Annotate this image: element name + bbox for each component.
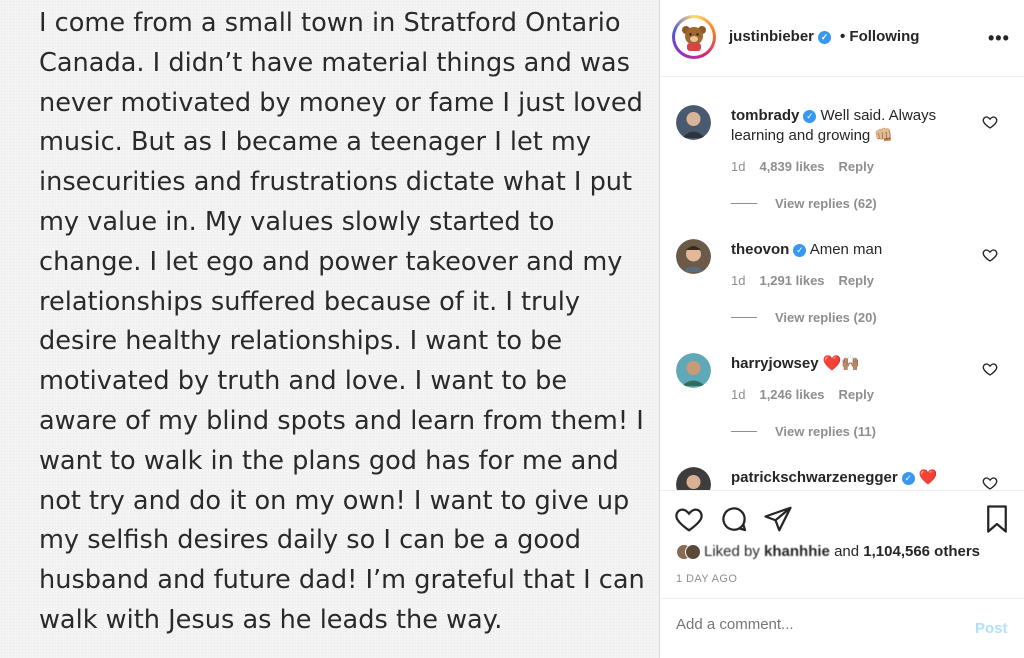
post-text-line: my selfish desires daily so I can be a g… [39,525,581,556]
avatar[interactable] [676,353,711,388]
comment-age: 1d [731,387,746,402]
avatar[interactable] [676,239,711,274]
liked-by-prefix: Liked by [704,543,760,560]
post-header: justinbieber ✓ • Following ••• [660,0,1024,77]
comment-meta: 1d 1,291 likes Reply [731,273,874,288]
post-text-line: want to walk in the plans god has for me… [39,445,619,476]
verified-badge-icon: ✓ [793,244,807,257]
comment-text: tombrady ✓ Well said. Always learning and… [731,107,937,144]
teddy-bear-icon [682,26,706,51]
liked-by-user[interactable]: khanhhie [764,543,830,560]
post-text-line: I come from a small town in Stratford On… [39,8,621,38]
actions-divider [660,490,1024,491]
post-text-line: not try and do it on my own! I want to g… [39,485,630,516]
post-timestamp[interactable]: 1 DAY AGO [676,573,737,585]
post-text-line: music. But as I became a teenager I let … [39,127,591,158]
verified-badge-icon: ✓ [901,472,915,485]
liked-by-suffix: and [829,543,864,560]
verified-badge-icon: ✓ [818,31,832,44]
reply-button[interactable]: Reply [839,273,874,288]
avatar[interactable] [672,15,716,59]
post-author-username[interactable]: justinbieber ✓ [729,28,832,45]
like-comment-heart-icon[interactable] [982,247,998,263]
like-comment-heart-icon[interactable] [982,114,998,130]
post-text-line: motivated by truth and love. I want to b… [39,366,568,397]
save-bookmark-icon[interactable] [982,504,1012,534]
post-text-block: I come from a small town in Stratford On… [39,4,645,641]
comment-age: 1d [731,159,746,174]
comment-age: 1d [731,273,746,288]
share-paper-plane-icon[interactable] [763,504,793,534]
avatar[interactable] [676,467,711,490]
post-text-line: desire healthy relationships. I want to … [39,326,563,357]
post-text-line: never motivated by money or fame I just … [39,87,643,118]
view-replies-button[interactable]: View replies (62) [731,196,877,211]
comment-bubble-icon[interactable] [719,504,749,534]
post-text-line: insecurities and frustrations dictate wh… [39,167,633,198]
liked-by-summary: Liked by khanhhie and 1,104,566 others [676,543,980,560]
reply-button[interactable]: Reply [839,387,874,402]
like-comment-heart-icon[interactable] [982,361,998,377]
post-text-line: my value in. My values slowly started to [39,206,555,237]
view-replies-button[interactable]: View replies (20) [731,310,877,325]
comments-list[interactable]: tombrady ✓ Well said. Always learning and… [660,77,1024,490]
post-text-line: walk with Jesus as he leads the way. [39,604,503,635]
comment-username[interactable]: tombrady [731,107,799,124]
post-text-line: change. I let ego and power takeover and… [39,246,623,277]
post-text-line: relationships suffered because of it. I … [39,286,581,317]
comment-box-divider [660,598,1024,599]
add-comment-input[interactable] [676,616,956,633]
comment-username[interactable]: harryjowsey [731,355,819,372]
post-image[interactable]: I come from a small town in Stratford On… [0,0,659,658]
avatar[interactable] [676,105,711,140]
comment-username[interactable]: patrickschwarzenegger [731,469,898,486]
comment-likes[interactable]: 4,839 likes [759,159,824,174]
comment-meta: 1d 4,839 likes Reply [731,159,874,174]
more-options-icon[interactable]: ••• [988,28,1010,49]
verified-badge-icon: ✓ [803,110,817,123]
comment-text: harryjowsey ❤️🙌🏽 [731,355,861,372]
post-comment-button[interactable]: Post [975,620,1008,637]
like-heart-icon[interactable] [674,504,704,534]
comment-meta: 1d 1,246 likes Reply [731,387,874,402]
post-text-line: aware of my blind spots and learn from t… [39,405,644,436]
reply-button[interactable]: Reply [839,159,874,174]
like-comment-heart-icon[interactable] [982,475,998,490]
comment-likes[interactable]: 1,291 likes [759,273,824,288]
side-panel: justinbieber ✓ • Following ••• tombrady ✓ … [660,0,1024,658]
comment-text: theovon ✓ Amen man [731,241,883,258]
comment-username[interactable]: theovon [731,241,789,258]
following-button[interactable]: • Following [840,28,919,45]
post-text-line: Canada. I didn’t have material things an… [39,47,630,78]
view-replies-button[interactable]: View replies (11) [731,424,876,439]
comment-likes[interactable]: 1,246 likes [759,387,824,402]
likes-count[interactable]: 1,104,566 others [863,543,980,560]
comment-text: patrickschwarzenegger ✓ ❤️ [731,469,938,486]
liked-by-avatars [676,544,701,560]
post-text-line: husband and future dad! I’m grateful tha… [39,565,645,596]
